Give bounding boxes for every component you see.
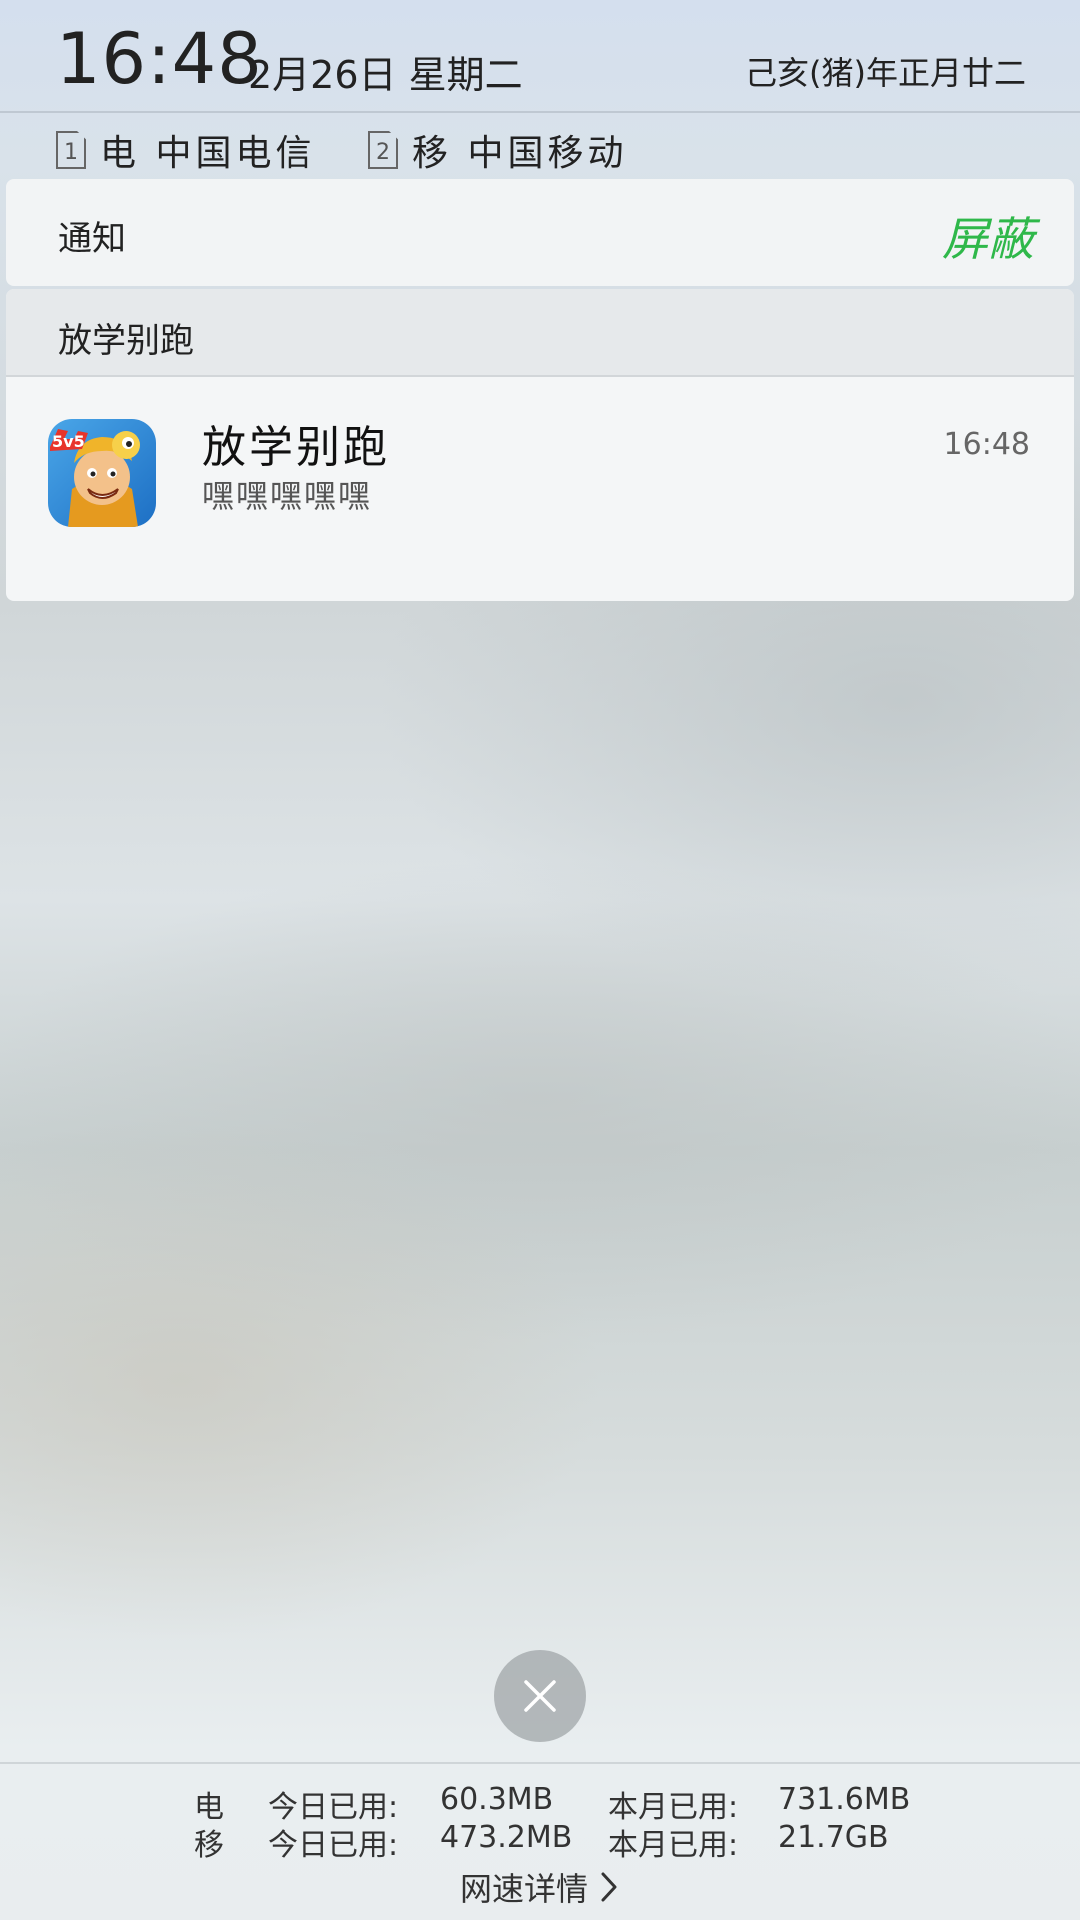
usage-month-value: 731.6MB [778, 1782, 911, 1817]
block-button[interactable]: 屏蔽 [942, 203, 1034, 269]
notification-title: 通知 [58, 219, 126, 259]
game-app-icon: 5v5 [48, 419, 156, 527]
notification-group[interactable]: 放学别跑 5v5 放学别跑 嘿嘿嘿嘿嘿 16:48 [6, 289, 1074, 601]
sim-1-carrier: 1 电 中国电信 [56, 124, 315, 176]
lunar-date: 己亥(猪)年正月廿二 [745, 54, 1026, 92]
date-text: 2月26日 星期二 [248, 53, 523, 97]
notification-item-time: 16:48 [943, 427, 1030, 462]
network-speed-detail-label: 网速详情 [459, 1870, 588, 1908]
header-divider [0, 111, 1080, 113]
clock-time: 16:48 [56, 18, 263, 100]
usage-today-label: 今日已用: [268, 1828, 399, 1863]
usage-month-label: 本月已用: [608, 1828, 739, 1863]
status-header: 16:48 2月26日 星期二 己亥(猪)年正月廿二 [0, 0, 1080, 113]
usage-month-value: 21.7GB [778, 1820, 889, 1855]
usage-sim-label: 移 [194, 1828, 224, 1863]
close-icon [524, 1680, 556, 1712]
sim-card-icon: 2 [368, 131, 398, 169]
notification-group-header: 放学别跑 [6, 289, 1074, 377]
data-usage-panel: 电 今日已用: 60.3MB 本月已用: 731.6MB 移 今日已用: 473… [0, 1762, 1080, 1920]
usage-today-value: 473.2MB [440, 1820, 573, 1855]
sim-2-carrier: 2 移 中国移动 [368, 124, 627, 176]
notification-header: 通知 屏蔽 [6, 179, 1074, 286]
network-speed-detail-link[interactable]: 网速详情 [0, 1864, 1080, 1910]
chevron-right-icon [601, 1872, 617, 1902]
sim-2-label: 移 中国移动 [412, 133, 628, 174]
usage-today-value: 60.3MB [440, 1782, 554, 1817]
notification-item-title: 放学别跑 [202, 422, 390, 473]
sim-1-label: 电 中国电信 [100, 133, 316, 174]
sim-carrier-row: 1 电 中国电信 2 移 中国移动 [0, 118, 1080, 176]
clear-notifications-button[interactable] [494, 1650, 586, 1742]
svg-text:5v5: 5v5 [52, 432, 85, 451]
notification-group-title: 放学别跑 [58, 321, 194, 361]
notification-item-body: 嘿嘿嘿嘿嘿 [202, 477, 373, 515]
sim-card-icon: 1 [56, 131, 86, 169]
